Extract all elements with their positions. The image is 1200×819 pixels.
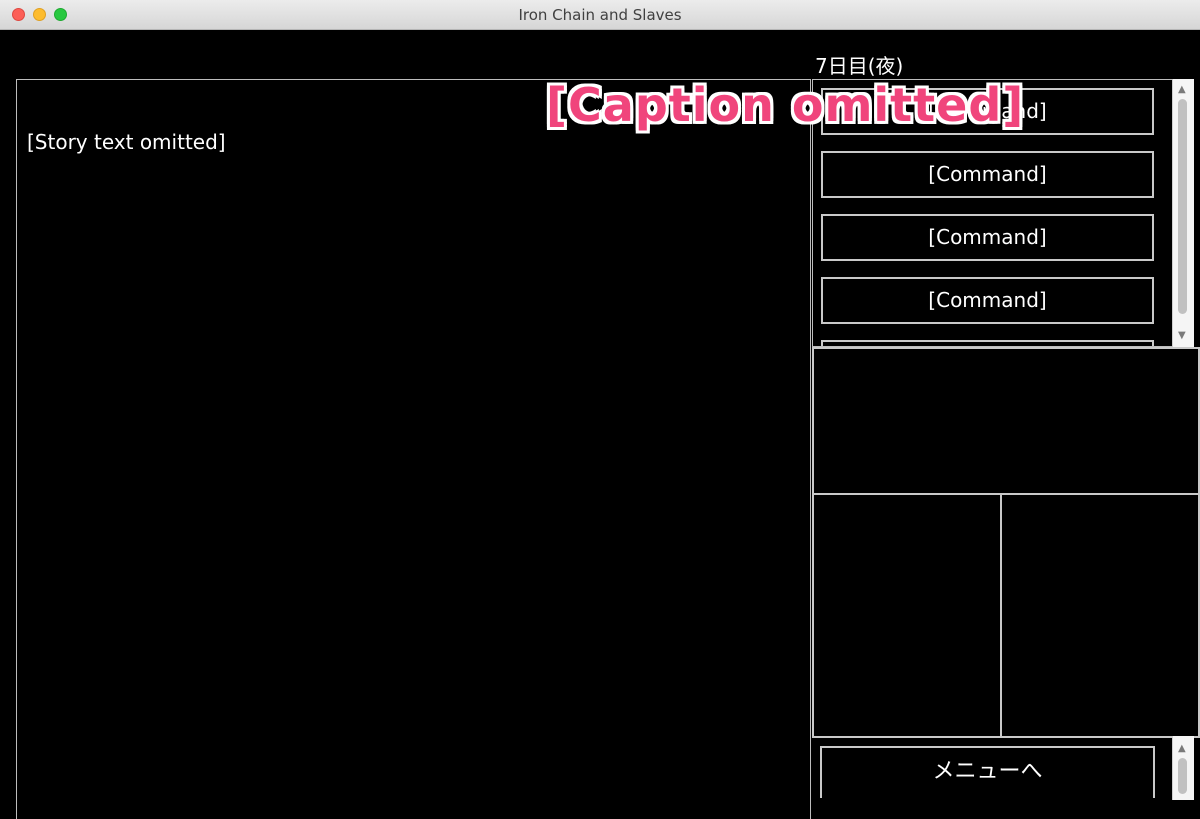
scrollbar-thumb[interactable] [1178, 758, 1187, 794]
message-line [27, 340, 797, 384]
scroll-down-icon[interactable]: ▼ [1178, 331, 1186, 341]
command-button[interactable]: [Command] [821, 151, 1154, 198]
message-line [27, 604, 797, 648]
message-line [27, 516, 797, 560]
message-lines: [Story text omitted] [27, 120, 797, 692]
day-indicator: 7日目(夜) [815, 54, 904, 78]
message-line [27, 384, 797, 428]
caption-line: [Caption omitted] [546, 78, 1025, 132]
status-panel-right [1000, 493, 1200, 738]
message-line [27, 296, 797, 340]
scrollbar-thumb[interactable] [1178, 99, 1187, 314]
window-title: Iron Chain and Slaves [518, 6, 682, 24]
command-scrollbar[interactable]: ▲ ▼ [1172, 79, 1194, 347]
message-line [27, 428, 797, 472]
message-line [27, 560, 797, 604]
command-button[interactable]: [Command] [821, 277, 1154, 324]
message-line [27, 648, 797, 692]
menu-panel: メニューへ [812, 736, 1200, 800]
menu-button[interactable]: メニューへ [820, 746, 1155, 798]
message-line [27, 252, 797, 296]
message-line [27, 164, 797, 208]
command-button[interactable]: [Command] [821, 214, 1154, 261]
portrait-panel [812, 347, 1200, 495]
message-panel[interactable]: [Story text omitted] [16, 79, 811, 819]
title-bar: Iron Chain and Slaves [0, 0, 1200, 30]
menu-scrollbar[interactable]: ▲ [1172, 736, 1194, 800]
message-line [27, 472, 797, 516]
game-screen: 7日目(夜) [Story text omitted] [Command] [C… [0, 30, 1200, 819]
scroll-up-icon[interactable]: ▲ [1178, 85, 1186, 95]
scroll-up-icon[interactable]: ▲ [1178, 744, 1186, 754]
status-panel-left [812, 493, 1002, 738]
message-line [27, 208, 797, 252]
command-button[interactable] [821, 340, 1154, 346]
